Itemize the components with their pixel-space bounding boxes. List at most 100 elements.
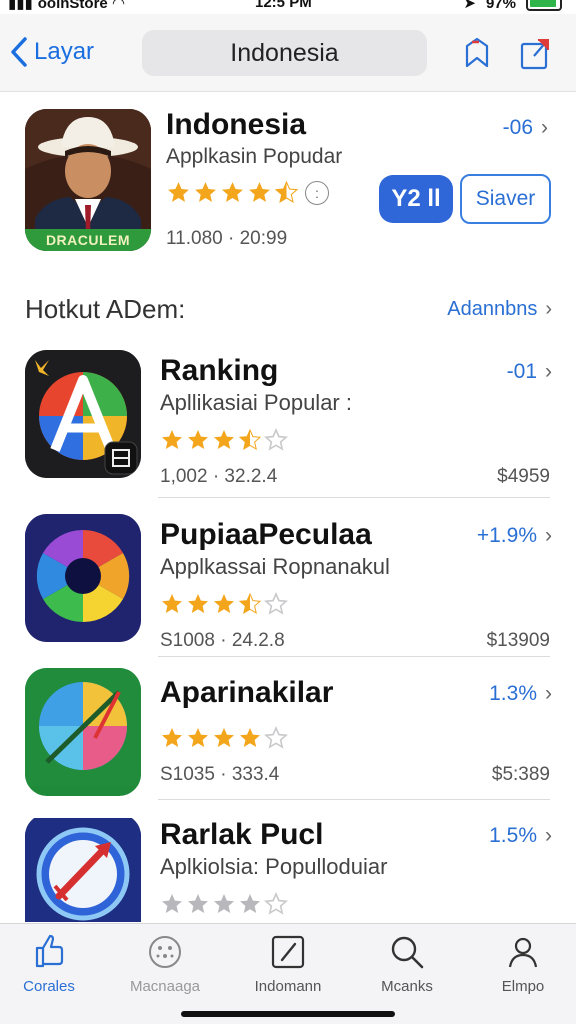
tab-apps[interactable]: Indomann: [233, 934, 343, 995]
star-icon: [240, 894, 260, 913]
list-item[interactable]: Aparinakilar S1035 · 333.4 $5:389 1.3% ›: [0, 668, 576, 826]
app-percent[interactable]: -01 ›: [507, 360, 552, 384]
wifi-icon: ◠: [112, 0, 125, 12]
tab-label: Macnaaga: [129, 978, 201, 995]
star-icon: [214, 894, 234, 913]
app-percent-value: 1.3%: [489, 682, 537, 705]
tab-bar: Corales Macnaaga Indomann Mcanks Elmpo: [0, 923, 576, 1024]
back-chevron-icon: [11, 37, 27, 67]
share-icon[interactable]: [518, 36, 552, 70]
featured-percent[interactable]: -06 ›: [503, 116, 548, 140]
star-icon: [162, 728, 182, 747]
chevron-right-icon: ›: [545, 360, 552, 383]
battery-percent: 97%: [485, 0, 516, 12]
tab-today[interactable]: Corales: [0, 934, 104, 995]
back-button[interactable]: Layar: [8, 36, 94, 68]
featured-meta: 11.080 · 20:99: [166, 228, 288, 249]
star-icon: [188, 430, 208, 449]
app-rating: [160, 592, 288, 616]
app-percent[interactable]: +1.9% ›: [477, 524, 552, 548]
featured-app[interactable]: DRACULEM Indonesia Applkasin Popudar : 1…: [0, 92, 576, 272]
bookmark-icon[interactable]: [460, 36, 494, 70]
app-name: Ranking: [160, 354, 279, 387]
star-icon: [168, 182, 189, 202]
tab-label: Elmpo: [501, 978, 545, 995]
star-icon: [274, 180, 299, 203]
carrier-label: ooinStore: [37, 0, 108, 12]
chevron-right-icon: ›: [541, 116, 548, 139]
app-rating: [160, 892, 288, 916]
app-name: PupiaaPeculaa: [160, 518, 372, 551]
clock: 12:5 PM: [255, 0, 312, 11]
star-icon: [214, 594, 234, 613]
status-bar: ▮▮▮ ooinStore ◠ 12:5 PM ➤ 97%: [0, 0, 576, 14]
app-meta: 1,002 · 32.2.4: [160, 466, 278, 487]
app-icon[interactable]: [25, 514, 141, 642]
tab-search[interactable]: Mcanks: [352, 934, 462, 995]
star-icon: [195, 182, 216, 202]
app-price: $13909: [486, 630, 550, 651]
navigation-bar: Layar Indonesia: [0, 14, 576, 92]
app-percent[interactable]: 1.3% ›: [489, 682, 552, 706]
featured-app-name: Indonesia: [166, 108, 307, 141]
featured-app-icon[interactable]: DRACULEM: [25, 109, 151, 251]
list-item[interactable]: Rarlak Pucl Aplkiolsia: Populloduiar 1.5…: [0, 818, 576, 922]
app-price: $5:389: [491, 764, 550, 785]
get-button[interactable]: Y2 ll: [379, 175, 453, 223]
star-icon: [188, 894, 208, 913]
battery-icon: [526, 0, 562, 11]
star-icon: [188, 594, 208, 613]
save-button[interactable]: Siaver: [460, 174, 551, 224]
app-price: $4959: [497, 466, 550, 487]
list-item[interactable]: PupiaaPeculaa Applkassai Ropnanakul S100…: [0, 514, 576, 668]
signal-icon: ▮▮▮: [8, 0, 33, 12]
star-icon: [162, 430, 182, 449]
star-group: [166, 180, 299, 205]
status-right: ➤ 97%: [463, 0, 562, 12]
app-icon[interactable]: [25, 350, 141, 478]
star-icon: [264, 592, 288, 615]
app-rating: [160, 428, 288, 452]
chevron-right-icon: ›: [545, 298, 552, 320]
tab-label: Mcanks: [381, 978, 433, 995]
carrier-group: ▮▮▮ ooinStore ◠: [8, 0, 124, 12]
star-icon: [238, 592, 262, 615]
app-subtitle: Applkassai Ropnanakul: [160, 554, 390, 579]
location-icon: ➤: [463, 0, 476, 12]
star-icon: [264, 428, 288, 451]
home-indicator: [181, 1011, 395, 1017]
chevron-right-icon: ›: [545, 524, 552, 547]
star-icon: [240, 728, 260, 747]
star-icon: [249, 182, 270, 202]
tab-games[interactable]: Macnaaga: [110, 934, 220, 995]
see-all-link[interactable]: Adannbns ›: [447, 298, 552, 321]
nav-title[interactable]: Indonesia: [142, 30, 427, 76]
app-icon[interactable]: [25, 668, 141, 796]
chevron-right-icon: ›: [545, 682, 552, 705]
divider: [158, 497, 550, 498]
app-icon[interactable]: [25, 818, 141, 922]
list-item[interactable]: Ranking Apllikasiai Popular : 1,002 · 32…: [0, 350, 576, 504]
tab-label: Corales: [23, 978, 75, 995]
app-rating: [160, 726, 288, 750]
featured-app-subtitle: Applkasin Popudar: [166, 145, 343, 168]
profile-icon: [508, 937, 538, 968]
star-icon: [188, 728, 208, 747]
app-subtitle: Aplkiolsia: Populloduiar: [160, 854, 388, 879]
chevron-right-icon: ›: [545, 824, 552, 847]
app-percent-value: 1.5%: [489, 824, 537, 847]
app-percent-value: -01: [506, 360, 537, 383]
app-percent[interactable]: 1.5% ›: [489, 824, 552, 848]
app-name: Rarlak Pucl: [160, 818, 324, 851]
app-meta: S1035 · 333.4: [160, 764, 280, 785]
section-title: Hotkut ADem:: [25, 294, 186, 324]
app-percent-value: +1.9%: [476, 524, 537, 547]
featured-percent-value: -06: [502, 116, 533, 139]
divider: [158, 799, 550, 800]
rating-info-icon[interactable]: :: [305, 180, 329, 205]
tab-profile[interactable]: Elmpo: [468, 934, 576, 995]
star-icon: [264, 892, 288, 915]
back-label: Layar: [34, 38, 95, 65]
app-name: Aparinakilar: [160, 676, 334, 709]
compass-needle-icon: [25, 818, 141, 922]
